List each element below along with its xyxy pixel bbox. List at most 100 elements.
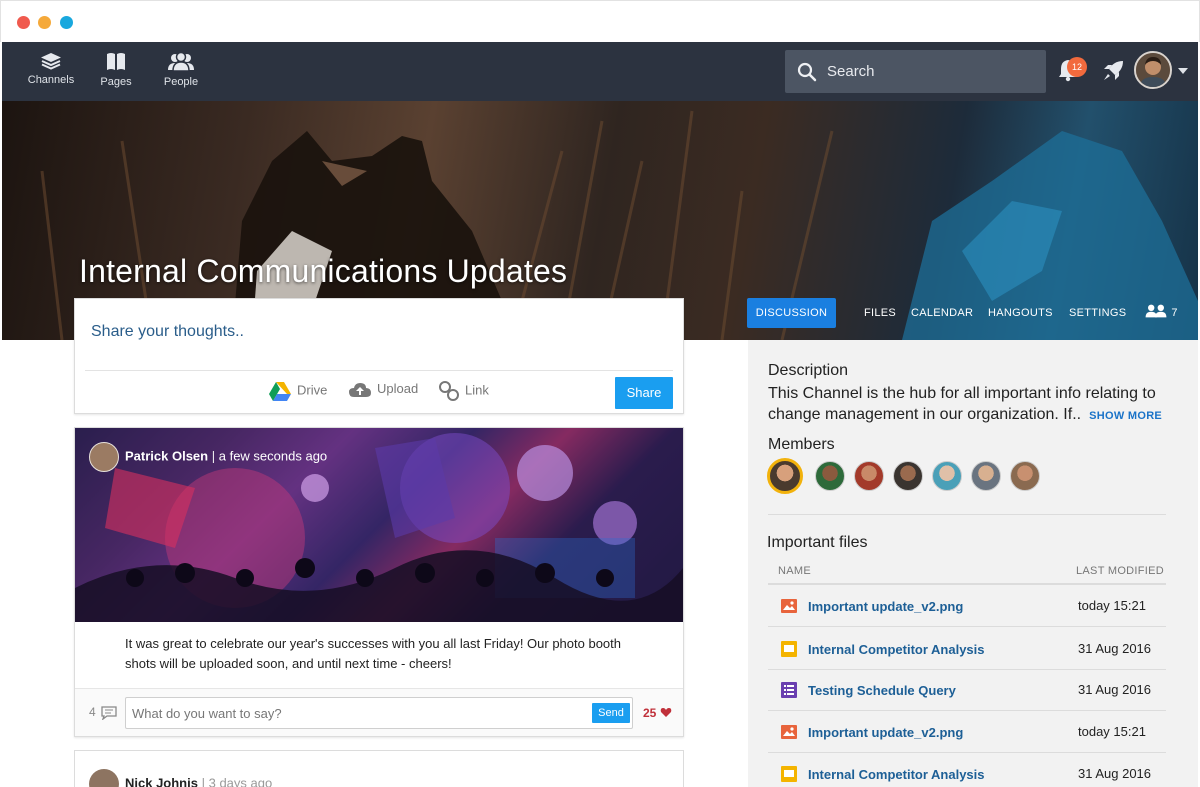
search-input[interactable] xyxy=(827,50,1037,93)
member-avatar[interactable] xyxy=(893,461,923,491)
nav-people-label: People xyxy=(163,76,199,88)
layers-icon xyxy=(41,53,61,70)
nav-channels[interactable]: Channels xyxy=(19,42,83,101)
member-avatar[interactable] xyxy=(1010,461,1040,491)
file-name[interactable]: Important update_v2.png xyxy=(808,599,963,614)
avatar[interactable] xyxy=(89,769,119,787)
link-label: Link xyxy=(465,382,489,398)
drive-button[interactable]: Drive xyxy=(269,381,327,403)
rocket-icon[interactable] xyxy=(1101,59,1125,83)
search-icon xyxy=(797,62,817,82)
post-image[interactable]: Patrick Olsen | a few seconds ago xyxy=(75,428,683,622)
comment-input[interactable] xyxy=(132,698,582,728)
member-avatar[interactable] xyxy=(854,461,884,491)
likes-count: 25 xyxy=(643,706,657,720)
share-button[interactable]: Share xyxy=(615,377,673,409)
member-avatar[interactable] xyxy=(932,461,962,491)
book-icon xyxy=(107,53,125,70)
search-box[interactable] xyxy=(785,50,1046,93)
link-button[interactable]: Link xyxy=(439,381,489,403)
column-header-last-modified[interactable]: LAST MODIFIED xyxy=(1076,565,1164,577)
tab-discussion[interactable]: DISCUSSION xyxy=(747,298,836,328)
heart-icon xyxy=(660,708,671,717)
upload-button[interactable]: Upload xyxy=(349,381,418,403)
description-text: This Channel is the hub for all importan… xyxy=(768,383,1168,427)
slides-icon xyxy=(781,766,797,782)
post-composer: Share your thoughts.. Drive Upload Link … xyxy=(74,298,684,414)
maximize-window-button[interactable] xyxy=(60,16,73,29)
like-button[interactable]: 25 xyxy=(643,706,672,720)
table-row[interactable]: Important update_v2.png today 15:21 xyxy=(768,585,1166,627)
tab-hangouts[interactable]: HANGOUTS xyxy=(988,298,1053,328)
post-author: Nick Johnis | 3 days ago xyxy=(89,769,272,787)
channel-sidebar: Description This Channel is the hub for … xyxy=(748,340,1198,787)
post-author: Patrick Olsen | a few seconds ago xyxy=(89,442,327,472)
comment-icon xyxy=(101,706,117,721)
post-footer: 4 Send 25 xyxy=(75,688,683,736)
tab-files[interactable]: FILES xyxy=(864,298,896,328)
file-name[interactable]: Internal Competitor Analysis xyxy=(808,767,985,782)
people-icon xyxy=(168,52,194,72)
window-chrome xyxy=(0,0,1200,42)
member-avatar[interactable] xyxy=(815,461,845,491)
post-author-name[interactable]: Nick Johnis xyxy=(125,775,198,787)
user-avatar[interactable] xyxy=(1134,51,1172,89)
notifications-badge: 12 xyxy=(1067,57,1087,77)
table-row[interactable]: Internal Competitor Analysis 31 Aug 2016 xyxy=(768,753,1166,787)
forms-icon xyxy=(781,682,797,698)
file-modified: 31 Aug 2016 xyxy=(1078,641,1152,656)
upload-label: Upload xyxy=(377,381,419,396)
link-icon xyxy=(439,381,459,401)
chevron-down-icon[interactable] xyxy=(1178,68,1188,74)
nav-pages[interactable]: Pages xyxy=(84,42,148,101)
comments-count-value: 4 xyxy=(89,705,96,719)
comments-count[interactable]: 4 xyxy=(89,705,117,721)
cloud-upload-icon xyxy=(349,382,371,397)
post-card: Patrick Olsen | a few seconds ago It was… xyxy=(74,427,684,737)
share-thoughts-input[interactable]: Share your thoughts.. xyxy=(91,323,244,341)
minimize-window-button[interactable] xyxy=(38,16,51,29)
top-navigation: Channels Pages People 12 xyxy=(2,42,1198,101)
table-row[interactable]: Testing Schedule Query 31 Aug 2016 xyxy=(768,669,1166,711)
post-separator: | xyxy=(201,775,205,787)
post-author-name[interactable]: Patrick Olsen xyxy=(125,448,208,463)
nav-channels-label: Channels xyxy=(27,74,75,86)
avatar[interactable] xyxy=(89,442,119,472)
section-divider xyxy=(768,514,1166,515)
members-count: 7 xyxy=(1171,307,1178,319)
composer-divider xyxy=(85,370,673,371)
member-avatar[interactable] xyxy=(767,458,803,494)
column-header-name[interactable]: NAME xyxy=(778,565,811,577)
members-heading: Members xyxy=(768,436,835,453)
table-row[interactable]: Internal Competitor Analysis 31 Aug 2016 xyxy=(768,628,1166,670)
comment-box: Send xyxy=(125,697,633,729)
file-modified: 31 Aug 2016 xyxy=(1078,766,1152,781)
google-drive-icon xyxy=(269,382,291,401)
file-name[interactable]: Testing Schedule Query xyxy=(808,683,956,698)
file-name[interactable]: Internal Competitor Analysis xyxy=(808,642,985,657)
post-card: Nick Johnis | 3 days ago xyxy=(74,750,684,787)
file-modified: today 15:21 xyxy=(1078,598,1146,613)
image-icon xyxy=(781,599,797,613)
file-modified: today 15:21 xyxy=(1078,724,1146,739)
image-icon xyxy=(781,725,797,739)
slides-icon xyxy=(781,641,797,657)
member-avatar[interactable] xyxy=(971,461,1001,491)
members-count-button[interactable]: 7 xyxy=(1144,298,1178,328)
send-button[interactable]: Send xyxy=(592,703,630,723)
post-text: It was great to celebrate our year's suc… xyxy=(125,636,621,671)
tab-calendar[interactable]: CALENDAR xyxy=(911,298,973,328)
drive-label: Drive xyxy=(297,382,328,398)
post-timestamp: 3 days ago xyxy=(208,775,273,787)
show-more-link[interactable]: SHOW MORE xyxy=(1089,410,1162,422)
tab-settings[interactable]: SETTINGS xyxy=(1069,298,1126,328)
file-name[interactable]: Important update_v2.png xyxy=(808,725,963,740)
file-modified: 31 Aug 2016 xyxy=(1078,682,1152,697)
nav-pages-label: Pages xyxy=(100,76,132,88)
close-window-button[interactable] xyxy=(17,16,30,29)
description-heading: Description xyxy=(768,362,849,379)
post-separator: | xyxy=(211,448,216,464)
table-row[interactable]: Important update_v2.png today 15:21 xyxy=(768,711,1166,753)
nav-people[interactable]: People xyxy=(149,42,213,101)
people-icon xyxy=(1145,304,1167,318)
